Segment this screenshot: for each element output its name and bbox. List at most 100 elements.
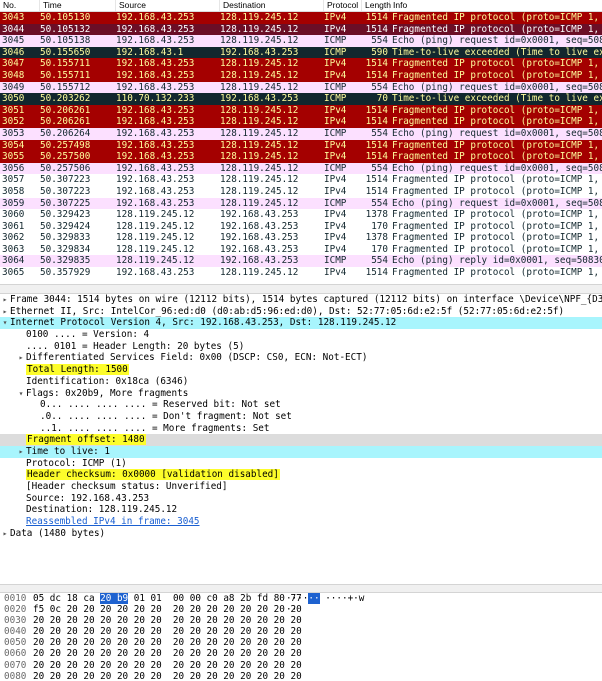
packet-bytes-pane[interactable]: 0010 05 dc 18 ca 20 b9 01 01 00 00 c0 a8 … [0, 593, 602, 681]
packet-cell-no: 3048 [2, 69, 25, 81]
packet-details-tree[interactable]: ▸ Frame 3044: 1514 bytes on wire (12112 b… [0, 294, 602, 584]
packet-row[interactable]: 3062 50.329833 128.119.245.12 192.168.43.25… [0, 232, 602, 244]
packet-cell-info: Echo (ping) request id=0x0001, seq=50835… [392, 197, 602, 209]
tree-ip-total-length[interactable]: Total Length: 1500 [0, 364, 602, 376]
packet-row[interactable]: 3048 50.155711 192.168.43.253 128.119.245.1… [0, 69, 602, 82]
tree-ip-checksum[interactable]: Header checksum: 0x0000 [validation disa… [0, 469, 602, 481]
hex-row[interactable]: 0010 05 dc 18 ca 20 b9 01 01 00 00 c0 a8 … [0, 593, 602, 604]
packet-row[interactable]: 3065 50.357929 192.168.43.253 128.119.245.1… [0, 267, 602, 279]
tree-ip-destination[interactable]: Destination: 128.119.245.12 [0, 504, 602, 516]
packet-row[interactable]: 3057 50.307223 192.168.43.253 128.119.245.1… [0, 174, 602, 186]
hex-bytes[interactable]: 05 dc 18 ca 20 b9 01 01 00 00 c0 a8 2b f… [33, 593, 302, 604]
hex-ascii[interactable]: ·· [286, 604, 297, 615]
hex-bytes[interactable]: 20 20 20 20 20 20 20 20 20 20 20 20 20 2… [33, 637, 302, 648]
packet-row[interactable]: 3044 50.105132 192.168.43.253 128.119.245.1… [0, 23, 602, 36]
ascii-selected-bytes[interactable]: ·· [308, 593, 320, 604]
pane-splitter-top[interactable] [0, 284, 602, 294]
tree-ip-ttl[interactable]: ▸ Time to live: 1 [0, 445, 602, 458]
reassembled-frame-link[interactable]: Reassembled IPv4 in frame: 3045 [26, 516, 200, 527]
packet-row[interactable]: 3049 50.155712 192.168.43.253 128.119.245.1… [0, 81, 602, 94]
packet-cell-src: 192.168.43.253 [116, 12, 195, 23]
tree-ip-fragment-offset[interactable]: Fragment offset: 1480 [0, 434, 602, 446]
hex-bytes[interactable]: f5 0c 20 20 20 20 20 20 20 20 20 20 20 2… [33, 604, 302, 615]
packet-row[interactable]: 3060 50.329423 128.119.245.12 192.168.43.25… [0, 209, 602, 221]
hex-row[interactable]: 0020 f5 0c 20 20 20 20 20 20 20 20 20 20 … [0, 604, 602, 615]
tree-ip-source[interactable]: Source: 192.168.43.253 [0, 493, 602, 505]
packet-row[interactable]: 3050 50.203262 110.70.132.233 192.168.43.25… [0, 93, 602, 105]
chevron-right-icon[interactable]: ▸ [0, 294, 10, 306]
tree-ipv4[interactable]: ▾ Internet Protocol Version 4, Src: 192.1… [0, 317, 602, 330]
packet-row[interactable]: 3047 50.155711 192.168.43.253 128.119.245.1… [0, 58, 602, 70]
packet-cell-dst: 128.119.245.12 [220, 58, 299, 70]
packet-row[interactable]: 3052 50.206261 192.168.43.253 128.119.245.1… [0, 116, 602, 128]
col-header-no[interactable]: No. [0, 0, 40, 11]
packet-cell-dst: 128.119.245.12 [220, 116, 299, 128]
chevron-right-icon[interactable]: ▸ [0, 528, 10, 540]
col-header-protocol[interactable]: Protocol [324, 0, 362, 11]
tree-ip-header-length[interactable]: .... 0101 = Header Length: 20 bytes (5) [0, 341, 602, 353]
col-header-destination[interactable]: Destination [220, 0, 324, 11]
packet-row[interactable]: 3061 50.329424 128.119.245.12 192.168.43.25… [0, 220, 602, 233]
packet-row[interactable]: 3054 50.257498 192.168.43.253 128.119.245.1… [0, 139, 602, 152]
hex-bytes[interactable]: 20 20 20 20 20 20 20 20 20 20 20 20 20 2… [33, 671, 302, 681]
hex-bytes[interactable]: 20 20 20 20 20 20 20 20 20 20 20 20 20 2… [33, 660, 302, 671]
highlight-total-length: Total Length: 1500 [26, 364, 129, 376]
packet-row[interactable]: 3053 50.206264 192.168.43.253 128.119.245.1… [0, 127, 602, 140]
tree-ethernet[interactable]: ▸ Ethernet II, Src: IntelCor_96:ed:d0 (d0… [0, 306, 602, 318]
tree-flag-reserved[interactable]: 0... .... .... .... = Reserved bit: Not … [0, 399, 602, 411]
col-header-source[interactable]: Source [116, 0, 220, 11]
packet-cell-len: 1378 [365, 209, 388, 221]
packet-cell-len: 554 [371, 255, 388, 267]
chevron-down-icon[interactable]: ▾ [16, 388, 26, 400]
packet-row[interactable]: 3046 50.155650 192.168.43.1 192.168.43.253 I… [0, 46, 602, 59]
hex-row[interactable]: 0030 20 20 20 20 20 20 20 20 20 20 20 20 … [0, 615, 602, 626]
hex-selected-bytes[interactable]: 20 b9 [100, 593, 129, 604]
hex-row[interactable]: 0050 20 20 20 20 20 20 20 20 20 20 20 20 … [0, 637, 602, 648]
packet-row[interactable]: 3045 50.105138 192.168.43.253 128.119.245.1… [0, 35, 602, 47]
chevron-right-icon[interactable]: ▸ [16, 446, 26, 458]
col-header-time[interactable]: Time [40, 0, 116, 11]
packet-cell-len: 554 [371, 197, 388, 209]
packet-cell-dst: 192.168.43.253 [220, 46, 299, 58]
tree-ip-checksum-status[interactable]: [Header checksum status: Unverified] [0, 481, 602, 493]
packet-row[interactable]: 3063 50.329834 128.119.245.12 192.168.43.25… [0, 243, 602, 256]
packet-cell-no: 3056 [2, 162, 25, 174]
col-header-info[interactable]: Info [390, 0, 602, 11]
packet-row[interactable]: 3051 50.206261 192.168.43.253 128.119.245.1… [0, 104, 602, 117]
packet-row[interactable]: 3043 50.105130 192.168.43.253 128.119.245.1… [0, 12, 602, 24]
packet-row[interactable]: 3056 50.257506 192.168.43.253 128.119.245.1… [0, 162, 602, 175]
hex-bytes[interactable]: 20 20 20 20 20 20 20 20 20 20 20 20 20 2… [33, 648, 302, 659]
packet-cell-len: 1378 [365, 232, 388, 244]
hex-row[interactable]: 0070 20 20 20 20 20 20 20 20 20 20 20 20 … [0, 660, 602, 671]
packet-row[interactable]: 3064 50.329835 128.119.245.12 192.168.43.25… [0, 255, 602, 268]
tree-data[interactable]: ▸ Data (1480 bytes) [0, 528, 602, 540]
chevron-right-icon[interactable]: ▸ [16, 352, 26, 364]
hex-row[interactable]: 0060 20 20 20 20 20 20 20 20 20 20 20 20 … [0, 648, 602, 659]
tree-frame[interactable]: ▸ Frame 3044: 1514 bytes on wire (12112 b… [0, 294, 602, 306]
packet-cell-proto: IPv4 [324, 185, 347, 197]
packet-cell-info: Fragmented IP protocol (proto=ICMP 1, of… [392, 174, 602, 186]
col-header-length[interactable]: Length [362, 0, 391, 11]
packet-row[interactable]: 3059 50.307225 192.168.43.253 128.119.245.1… [0, 197, 602, 210]
packet-list[interactable]: No. Time Source Destination Protocol Len… [0, 0, 602, 284]
tree-ip-version[interactable]: 0100 .... = Version: 4 [0, 329, 602, 341]
tree-ip-flags[interactable]: ▾ Flags: 0x20b9, More fragments [0, 388, 602, 400]
chevron-down-icon[interactable]: ▾ [0, 317, 10, 329]
tree-ip-identification[interactable]: Identification: 0x18ca (6346) [0, 376, 602, 388]
tree-flag-dont-fragment[interactable]: .0.. .... .... .... = Don't fragment: No… [0, 411, 602, 423]
packet-cell-src: 128.119.245.12 [116, 243, 195, 255]
packet-cell-info: Fragmented IP protocol (proto=ICMP 1, of… [392, 232, 602, 244]
packet-row[interactable]: 3055 50.257500 192.168.43.253 128.119.245.1… [0, 151, 602, 163]
hex-bytes[interactable]: 20 20 20 20 20 20 20 20 20 20 20 20 20 2… [33, 615, 302, 626]
hex-row[interactable]: 0040 20 20 20 20 20 20 20 20 20 20 20 20 … [0, 626, 602, 637]
tree-ip-dsfield[interactable]: ▸ Differentiated Services Field: 0x00 (DS… [0, 352, 602, 364]
tree-ip-protocol[interactable]: Protocol: ICMP (1) [0, 458, 602, 470]
chevron-right-icon[interactable]: ▸ [0, 306, 10, 318]
tree-flag-more-fragments[interactable]: ..1. .... .... .... = More fragments: Se… [0, 423, 602, 435]
packet-row[interactable]: 3058 50.307223 192.168.43.253 128.119.245.1… [0, 185, 602, 198]
hex-ascii[interactable]: ······ ····+·w [286, 593, 364, 604]
pane-splitter-bottom[interactable] [0, 584, 602, 593]
tree-ip-reassembled[interactable]: Reassembled IPv4 in frame: 3045 [0, 516, 602, 528]
hex-bytes[interactable]: 20 20 20 20 20 20 20 20 20 20 20 20 20 2… [33, 626, 302, 637]
hex-row[interactable]: 0080 20 20 20 20 20 20 20 20 20 20 20 20 … [0, 671, 602, 681]
